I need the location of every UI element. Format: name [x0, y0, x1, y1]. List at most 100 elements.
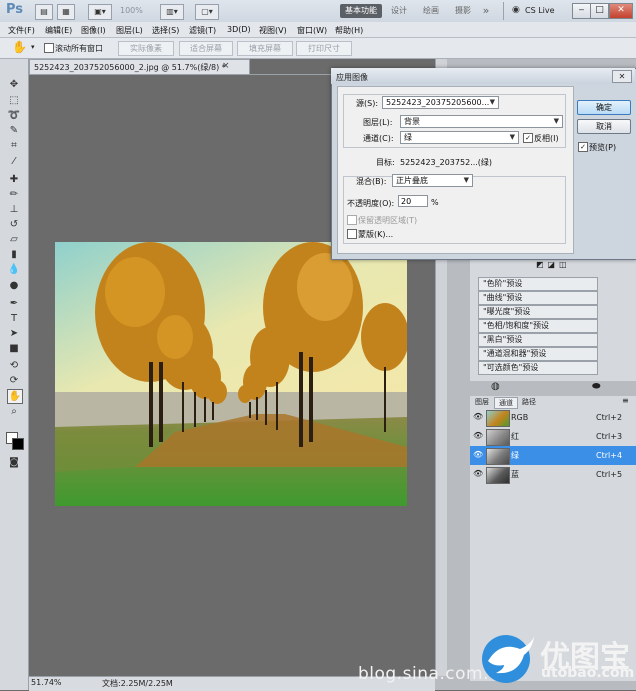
cslive-icon[interactable]: ◉ [512, 5, 520, 15]
menu-image[interactable]: 图像(I) [81, 25, 106, 36]
crop-tool-icon[interactable]: ⌗ [7, 139, 21, 152]
menu-filter[interactable]: 滤镜(T) [189, 25, 216, 36]
menu-select[interactable]: 选择(S) [152, 25, 179, 36]
more-workspaces-button[interactable]: » [480, 4, 492, 18]
eyedropper-tool-icon[interactable]: ⁄ [7, 155, 21, 168]
scroll-all-checkbox[interactable] [44, 43, 54, 53]
preview-checkbox[interactable]: ✓ [578, 142, 588, 152]
bridge-icon[interactable]: ▤ [35, 4, 53, 20]
ok-button[interactable]: 确定 [577, 100, 631, 115]
brush-tool-icon[interactable]: ✏ [7, 188, 21, 201]
menu-window[interactable]: 窗口(W) [297, 25, 327, 36]
tool-preset-chevron-icon[interactable]: ▾ [31, 43, 35, 51]
tab-paths[interactable]: 路径 [518, 397, 540, 407]
status-zoom[interactable]: 51.74% [31, 678, 62, 687]
workspace-essentials[interactable]: 基本功能 [340, 4, 382, 18]
hand-tool-preset-icon[interactable]: ✋ [12, 40, 27, 54]
maximize-button[interactable]: □ [590, 3, 609, 19]
lasso-tool-icon[interactable]: ➰ [7, 109, 21, 122]
screen-mode-icon[interactable]: ▢▾ [195, 4, 219, 20]
preview-label: 预览(P) [589, 143, 617, 152]
adj-preset-exposure[interactable]: "曝光度"预设 [478, 305, 598, 319]
hand-tool-icon[interactable]: ✋ [7, 389, 23, 404]
document-tab-close-icon[interactable]: × [222, 59, 230, 74]
menu-edit[interactable]: 编辑(E) [45, 25, 72, 36]
cancel-button[interactable]: 取消 [577, 119, 631, 134]
cslive-button[interactable]: CS Live [525, 6, 555, 15]
quick-select-tool-icon[interactable]: ✎ [7, 124, 21, 137]
adj-preset-hue-saturation[interactable]: "色相/饱和度"预设 [478, 319, 598, 333]
channel-row[interactable]: 👁 RGB Ctrl+2 [470, 408, 636, 427]
adj-preset-channel-mixer[interactable]: "通道混和器"预设 [478, 347, 598, 361]
channel-row[interactable]: 👁 红 Ctrl+3 [470, 427, 636, 446]
adjustment-icons-row[interactable]: ◩◪◫ [536, 260, 571, 269]
fit-screen-button[interactable]: 适合屏幕 [179, 41, 233, 56]
view-extras-icon[interactable]: ▣▾ [88, 4, 112, 20]
eraser-tool-icon[interactable]: ▱ [7, 233, 21, 246]
dialog-title-bar[interactable] [331, 68, 635, 84]
adj-footer-icon[interactable]: ◍ [491, 381, 500, 392]
move-tool-icon[interactable]: ✥ [7, 78, 21, 91]
marquee-tool-icon[interactable]: ⬚ [7, 94, 21, 107]
utobao-bird-logo [478, 631, 538, 685]
adj-footer-icon-right[interactable]: ⬬ [592, 381, 601, 392]
mask-checkbox[interactable] [347, 229, 357, 239]
adj-preset-black-white[interactable]: "黑白"预设 [478, 333, 598, 347]
menu-file[interactable]: 文件(F) [8, 25, 35, 36]
channel-row-selected[interactable]: 👁 绿 Ctrl+4 [470, 446, 636, 465]
channel-name: RGB [511, 413, 529, 422]
path-select-tool-icon[interactable]: ➤ [7, 327, 21, 340]
document-photo[interactable] [55, 242, 407, 506]
dodge-tool-icon[interactable]: ● [7, 279, 21, 292]
menu-3d[interactable]: 3D(D) [227, 25, 251, 34]
blend-select[interactable]: 正片叠底 ▼ [392, 174, 473, 187]
target-label: 目标: [376, 158, 395, 167]
minibridge-icon[interactable]: ▦ [57, 4, 75, 20]
workspace-design[interactable]: 设计 [388, 4, 410, 18]
workspace-photography[interactable]: 摄影 [452, 4, 474, 18]
workspace-painting[interactable]: 绘画 [420, 4, 442, 18]
photoshop-logo: Ps [6, 2, 24, 17]
channel-row[interactable]: 👁 蓝 Ctrl+5 [470, 465, 636, 484]
history-brush-tool-icon[interactable]: ↺ [7, 218, 21, 231]
opacity-input[interactable] [398, 195, 428, 207]
adj-preset-levels[interactable]: "色阶"预设 [478, 277, 598, 291]
document-tab[interactable]: 5252423_203752056000_2.jpg @ 51.7%(绿/8) … [29, 59, 250, 75]
visibility-eye-icon[interactable]: 👁 [473, 412, 483, 422]
minimize-button[interactable]: ‒ [572, 3, 591, 19]
visibility-eye-icon[interactable]: 👁 [473, 431, 483, 441]
clone-stamp-tool-icon[interactable]: ⊥ [7, 203, 21, 216]
tab-layers[interactable]: 图层 [472, 397, 492, 407]
close-window-button[interactable]: ✕ [609, 3, 633, 19]
menu-view[interactable]: 视图(V) [259, 25, 287, 36]
quick-mask-icon[interactable]: ◙ [7, 456, 21, 469]
actual-pixels-button[interactable]: 实际像素 [118, 41, 174, 56]
adj-preset-curves[interactable]: "曲线"预设 [478, 291, 598, 305]
panel-menu-icon[interactable]: ≡ [622, 396, 629, 405]
visibility-eye-icon[interactable]: 👁 [473, 469, 483, 479]
zoom-tool-icon[interactable]: ⌕ [7, 405, 21, 418]
arrange-docs-icon[interactable]: ▥▾ [160, 4, 184, 20]
visibility-eye-icon[interactable]: 👁 [473, 450, 483, 460]
print-size-button[interactable]: 打印尺寸 [296, 41, 352, 56]
3d-rotate-tool-icon[interactable]: ⟲ [7, 359, 21, 372]
type-tool-icon[interactable]: T [7, 312, 21, 325]
channel-select[interactable]: 绿 ▼ [400, 131, 519, 144]
zoom-select[interactable]: 100% [120, 6, 143, 15]
menu-help[interactable]: 帮助(H) [335, 25, 363, 36]
fill-screen-button[interactable]: 填充屏幕 [237, 41, 293, 56]
3d-orbit-tool-icon[interactable]: ⟳ [7, 374, 21, 387]
background-color-swatch[interactable] [12, 438, 24, 450]
layer-select[interactable]: 背景 ▼ [400, 115, 563, 128]
blur-tool-icon[interactable]: 💧 [7, 263, 21, 276]
dialog-close-button[interactable]: ✕ [612, 70, 632, 83]
adj-preset-selective-color[interactable]: "可选颜色"预设 [478, 361, 598, 375]
gradient-tool-icon[interactable]: ▮ [7, 248, 21, 261]
source-select[interactable]: 5252423_20375205600... ▼ [382, 96, 499, 109]
healing-brush-tool-icon[interactable]: ✚ [7, 173, 21, 186]
preserve-transparency-checkbox[interactable] [347, 215, 357, 225]
menu-layer[interactable]: 图层(L) [116, 25, 143, 36]
shape-tool-icon[interactable]: ■ [7, 342, 21, 355]
pen-tool-icon[interactable]: ✒ [7, 297, 21, 310]
invert-checkbox[interactable]: ✓ [523, 133, 533, 143]
